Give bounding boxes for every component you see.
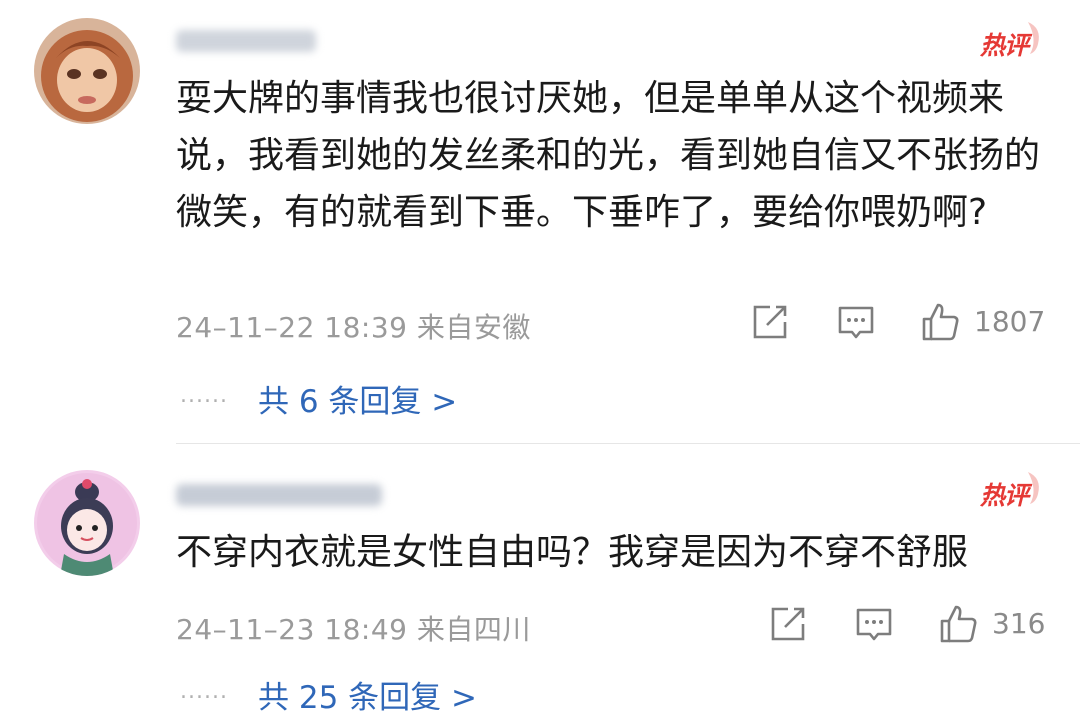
like-count: 316 — [992, 607, 1046, 640]
avatar[interactable] — [34, 18, 140, 124]
comment-icon — [856, 608, 892, 641]
share-icon — [753, 305, 787, 339]
view-replies[interactable]: ...... 共 25 条回复 > — [180, 672, 477, 717]
comment-meta: 24–11–22 18:39 来自安徽 — [176, 311, 531, 344]
like-button[interactable]: 316 — [938, 604, 1045, 644]
username-blurred[interactable] — [176, 30, 316, 52]
comment-icon — [838, 306, 874, 339]
comment-item: 热评 耍大牌的事情我也很讨厌她，但是单单从这个视频来说，我看到她的发丝柔和的光，… — [0, 0, 1080, 440]
thumbs-up-icon — [922, 303, 959, 341]
reply-button[interactable] — [854, 604, 894, 644]
hot-comment-badge: 热评 — [980, 18, 1046, 60]
comment-text: 耍大牌的事情我也很讨厌她，但是单单从这个视频来说，我看到她的发丝柔和的光，看到她… — [176, 78, 1041, 233]
like-count: 1807 — [974, 305, 1046, 338]
share-button[interactable] — [768, 604, 808, 644]
like-button[interactable]: 1807 — [920, 302, 1045, 342]
reply-count-link[interactable]: 共 6 条回复 > — [258, 376, 457, 421]
dots: ...... — [180, 679, 228, 704]
reply-count-link[interactable]: 共 25 条回复 > — [258, 672, 477, 717]
reply-button[interactable] — [836, 302, 876, 342]
avatar[interactable] — [34, 470, 140, 576]
thumbs-up-icon — [940, 605, 977, 643]
username-blurred[interactable] — [176, 484, 382, 506]
comment-meta: 24–11–23 18:49 来自四川 — [176, 613, 531, 646]
comment-item: 热评 不穿内衣就是女性自由吗？我穿是因为不穿不舒服 24–11–23 18:49… — [0, 444, 1080, 723]
share-button[interactable] — [750, 302, 790, 342]
dots: ...... — [180, 383, 228, 408]
hot-comment-badge: 热评 — [980, 468, 1046, 510]
view-replies[interactable]: ...... 共 6 条回复 > — [180, 376, 457, 421]
comment-text: 不穿内衣就是女性自由吗？我穿是因为不穿不舒服 — [176, 532, 969, 573]
share-icon — [771, 607, 805, 641]
